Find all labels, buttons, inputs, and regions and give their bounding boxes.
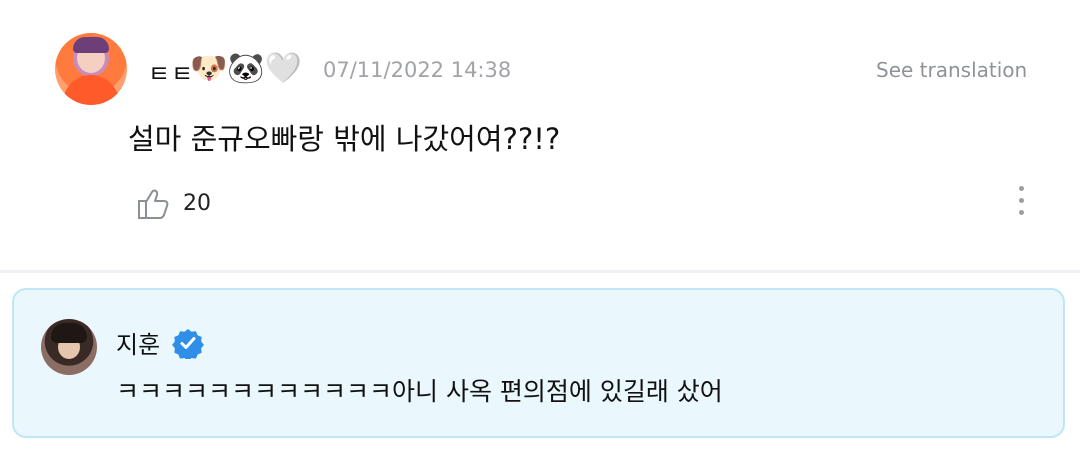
like-count: 20 xyxy=(183,191,211,216)
artist-avatar[interactable] xyxy=(41,319,97,375)
avatar-body xyxy=(63,75,119,105)
post-timestamp: 07/11/2022 14:38 xyxy=(323,58,512,82)
verified-badge-icon xyxy=(172,329,204,359)
post-username[interactable]: ㅌㅌ xyxy=(148,54,194,89)
section-divider xyxy=(0,270,1080,273)
username-emojis: 🐶🐼🤍 xyxy=(190,51,303,86)
vertical-ellipsis-icon[interactable] xyxy=(1012,186,1030,222)
avatar-hair xyxy=(73,37,109,53)
artist-name[interactable]: 지훈 xyxy=(116,325,160,360)
artist-reply-text: ㅋㅋㅋㅋㅋㅋㅋㅋㅋㅋㅋㅋ아니 사옥 편의점에 있길래 샀어 xyxy=(116,377,723,406)
see-translation-link[interactable]: See translation xyxy=(876,58,1027,82)
thumbs-up-outline-icon[interactable] xyxy=(136,186,172,222)
post-comment-text: 설마 준규오빠랑 밖에 나갔어여??!? xyxy=(128,122,561,156)
artist-reply-card xyxy=(12,288,1065,438)
fan-post: ㅌㅌ 🐶🐼🤍 07/11/2022 14:38 See translation … xyxy=(0,0,1080,270)
user-avatar[interactable] xyxy=(55,33,127,105)
artist-avatar-hair xyxy=(51,323,87,343)
